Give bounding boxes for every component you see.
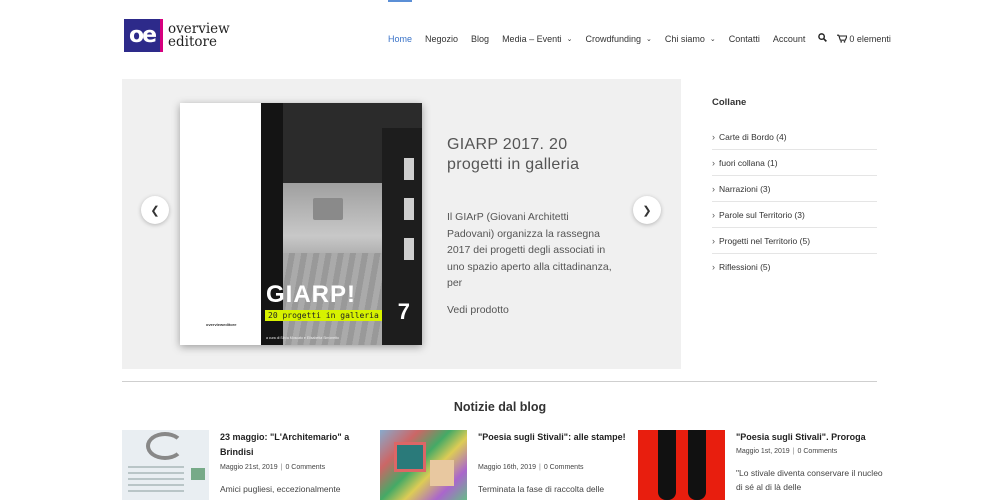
- nav-blog-label: Blog: [471, 33, 490, 44]
- post-comments-link[interactable]: 0 Comments: [544, 464, 584, 471]
- collana-label: Narrazioni (3): [719, 183, 771, 194]
- sidebar-title: Collane: [712, 97, 747, 108]
- post-excerpt: Amici pugliesi, eccezionalmente: [220, 484, 341, 494]
- blog-post-card: "Poesia sugli Stivali". Proroga Maggio 1…: [638, 430, 888, 500]
- nav-blog[interactable]: Blog: [471, 34, 489, 44]
- slide-description: Il GIArP (Giovani Architetti Padovani) o…: [447, 211, 612, 289]
- cover-side-mark: 7: [397, 299, 410, 324]
- collana-label: Riflessioni (5): [719, 262, 771, 272]
- slide-title[interactable]: GIARP 2017. 20 progetti in galleria: [447, 135, 607, 175]
- collana-label: Carte di Bordo (4): [719, 131, 787, 142]
- cart-icon: [837, 34, 848, 43]
- blog-post-card: "Poesia sugli Stivali": alle stampe! Mag…: [380, 430, 630, 500]
- logo-text: overview editore: [168, 22, 230, 50]
- nav-media-eventi-label: Media – Eventi: [502, 33, 562, 44]
- post-date: Maggio 16th, 2019: [478, 464, 536, 471]
- nav-contatti[interactable]: Contatti: [729, 34, 760, 44]
- cart-link[interactable]: 0 elementi: [837, 34, 891, 44]
- nav-contatti-label: Contatti: [728, 33, 760, 44]
- post-date: Maggio 1st, 2019: [736, 448, 790, 455]
- cover-credit: a cura di Silvia Moscato e Elisabetta Si…: [266, 336, 339, 340]
- cover-subtitle: 20 progetti in galleria: [265, 310, 382, 321]
- nav-negozio[interactable]: Negozio: [425, 34, 458, 44]
- chevron-right-icon: ›: [712, 157, 715, 168]
- post-thumbnail[interactable]: [122, 430, 209, 500]
- view-product-link[interactable]: Vedi prodotto: [447, 304, 509, 316]
- collana-item[interactable]: › fuori collana (1): [712, 150, 877, 176]
- collana-item[interactable]: › Narrazioni (3): [712, 176, 877, 202]
- nav-chi-siamo[interactable]: Chi siamo ⌄: [665, 34, 716, 44]
- post-comments-link[interactable]: 0 Comments: [798, 448, 838, 455]
- active-indicator: [388, 0, 412, 2]
- post-title[interactable]: 23 maggio: "L'Architemario" a Brindisi: [220, 430, 370, 460]
- nav-chi-siamo-label: Chi siamo: [664, 33, 705, 44]
- post-meta: Maggio 16th, 2019 | 0 Comments: [478, 464, 584, 471]
- post-meta: Maggio 1st, 2019 | 0 Comments: [736, 448, 838, 455]
- chevron-right-icon: ❯: [642, 204, 652, 217]
- main-nav: Home Negozio Blog Media – Eventi ⌄ Crowdf…: [388, 33, 891, 44]
- nav-home-label: Home: [388, 33, 413, 44]
- nav-home[interactable]: Home: [388, 34, 412, 44]
- nav-media-eventi[interactable]: Media – Eventi ⌄: [502, 34, 572, 44]
- search-icon[interactable]: [818, 33, 828, 44]
- post-comments-link[interactable]: 0 Comments: [285, 464, 325, 471]
- post-meta: Maggio 21st, 2019 | 0 Comments: [220, 464, 326, 471]
- chevron-down-icon: ⌄: [646, 35, 652, 43]
- post-excerpt: Terminata la fase di raccolta delle: [478, 484, 605, 494]
- nav-account[interactable]: Account: [773, 34, 806, 44]
- logo-line-2: editore: [168, 33, 217, 50]
- collana-label: Progetti nel Territorio (5): [719, 235, 811, 246]
- book-publisher: overvieweditore: [206, 322, 237, 327]
- collana-item[interactable]: › Progetti nel Territorio (5): [712, 228, 877, 254]
- book-cover-photo: GIARP! 20 progetti in galleria a cura di…: [261, 103, 422, 345]
- slider-next-button[interactable]: ❯: [633, 196, 661, 224]
- chevron-right-icon: ›: [712, 235, 715, 246]
- collana-label: Parole sul Territorio (3): [719, 209, 805, 220]
- cover-title: GIARP!: [266, 281, 356, 308]
- logo-mark: oe: [124, 19, 163, 52]
- chevron-right-icon: ›: [712, 131, 715, 142]
- slider-prev-button[interactable]: ❮: [141, 196, 169, 224]
- post-thumbnail[interactable]: [638, 430, 725, 500]
- collana-item[interactable]: › Carte di Bordo (4): [712, 124, 877, 150]
- chevron-left-icon: ❮: [150, 204, 160, 217]
- chevron-right-icon: ›: [712, 209, 715, 220]
- collana-label: fuori collana (1): [719, 157, 778, 168]
- book-cover-image[interactable]: overvieweditore GIARP! 20 progetti in ga…: [180, 103, 422, 345]
- nav-account-label: Account: [772, 33, 806, 44]
- site-logo[interactable]: oe overview editore: [124, 19, 230, 52]
- blog-section-title: Notizie dal blog: [453, 400, 547, 414]
- collana-item[interactable]: › Riflessioni (5): [712, 254, 877, 280]
- chevron-down-icon: ⌄: [709, 35, 716, 43]
- post-thumbnail[interactable]: [380, 430, 467, 500]
- cart-label: 0 elementi: [849, 33, 891, 44]
- blog-post-card: 23 maggio: "L'Architemario" a Brindisi M…: [122, 430, 372, 500]
- section-divider: [122, 381, 877, 382]
- post-excerpt: "Lo stivale diventa conservare il nucleo…: [736, 468, 883, 492]
- nav-negozio-label: Negozio: [425, 33, 459, 44]
- book-cover-left-panel: overvieweditore: [180, 103, 261, 345]
- post-date: Maggio 21st, 2019: [220, 464, 278, 471]
- nav-crowdfunding[interactable]: Crowdfunding ⌄: [585, 34, 651, 44]
- chevron-right-icon: ›: [712, 262, 715, 272]
- chevron-down-icon: ⌄: [566, 35, 573, 43]
- post-title[interactable]: "Poesia sugli Stivali": alle stampe!: [478, 430, 628, 445]
- chevron-right-icon: ›: [712, 183, 715, 194]
- nav-crowdfunding-label: Crowdfunding: [585, 33, 642, 44]
- collana-item[interactable]: › Parole sul Territorio (3): [712, 202, 877, 228]
- collane-list: › Carte di Bordo (4) › fuori collana (1) ›…: [712, 124, 877, 280]
- post-title[interactable]: "Poesia sugli Stivali". Proroga: [736, 430, 886, 445]
- product-slider: overvieweditore GIARP! 20 progetti in ga…: [122, 79, 681, 369]
